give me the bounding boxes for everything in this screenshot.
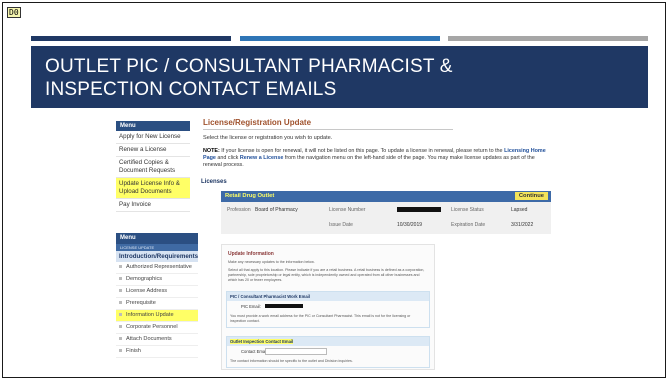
renewal-note: NOTE: If your license is open for renewa… bbox=[203, 148, 553, 169]
contact-email-input[interactable] bbox=[265, 348, 327, 355]
menu-item-update-license-info[interactable]: Update License Info & Upload Documents bbox=[116, 178, 190, 199]
step-bullet-icon bbox=[119, 313, 122, 316]
step-bullet-icon bbox=[119, 349, 122, 352]
license-card-header: Retail Drug Outlet Continue bbox=[221, 191, 551, 202]
main-menu-header: Menu bbox=[116, 121, 190, 131]
license-menu-section[interactable]: Introduction/Requirements bbox=[116, 251, 198, 262]
element-tag: D0 bbox=[7, 7, 21, 18]
inspection-contact-section: Outlet Inspection Contact Email Contact … bbox=[226, 336, 430, 368]
note-text-2: and click bbox=[217, 155, 239, 161]
license-status-label: License Status bbox=[451, 207, 484, 213]
step-license-address[interactable]: License Address bbox=[116, 286, 198, 298]
menu-item-pay-invoice[interactable]: Pay Invoice bbox=[116, 199, 190, 212]
renew-license-link[interactable]: Renew a License bbox=[240, 155, 283, 161]
step-bullet-icon bbox=[119, 325, 122, 328]
pic-email-label: PIC Email: bbox=[241, 304, 261, 309]
step-bullet-icon bbox=[119, 289, 122, 292]
step-prerequisite[interactable]: Prerequisite bbox=[116, 298, 198, 310]
step-label: License Address bbox=[126, 288, 168, 294]
menu-item-apply-new-license[interactable]: Apply for New License bbox=[116, 131, 190, 144]
license-number-label: License Number bbox=[329, 207, 366, 213]
slide-title: OUTLET PIC / CONSULTANT PHARMACIST & INS… bbox=[45, 55, 453, 101]
step-label: Prerequisite bbox=[126, 300, 156, 306]
step-bullet-icon bbox=[119, 265, 122, 268]
menu-item-renew-license[interactable]: Renew a License bbox=[116, 144, 190, 157]
license-menu-subheader: LICENSE UPDATE bbox=[116, 244, 198, 251]
step-label: Attach Documents bbox=[126, 336, 172, 342]
slide-title-box: OUTLET PIC / CONSULTANT PHARMACIST & INS… bbox=[31, 46, 648, 108]
license-menu-header: Menu bbox=[116, 233, 198, 244]
pic-email-header: PIC / Consultant Pharmacist Work Email bbox=[227, 292, 429, 301]
page-title: License/Registration Update bbox=[203, 118, 453, 130]
main-content: License/Registration Update Select the l… bbox=[201, 118, 553, 370]
pic-email-field-redacted[interactable] bbox=[265, 304, 303, 308]
step-authorized-representative[interactable]: Authorized Representative bbox=[116, 262, 198, 274]
pic-email-section: PIC / Consultant Pharmacist Work Email P… bbox=[226, 291, 430, 328]
inspection-contact-note: The contact information should be specif… bbox=[230, 359, 353, 363]
continue-button[interactable]: Continue bbox=[514, 192, 548, 200]
page-instruction: Select the license or registration you w… bbox=[203, 135, 333, 141]
license-type: Retail Drug Outlet bbox=[225, 193, 275, 199]
step-corporate-personnel[interactable]: Corporate Personnel bbox=[116, 322, 198, 334]
note-text: If your license is open for renewal, it … bbox=[221, 148, 503, 154]
accent-bar-navy bbox=[31, 36, 231, 41]
step-label: Authorized Representative bbox=[126, 264, 192, 270]
update-panel-desc-1: Make any necessary updates to the inform… bbox=[228, 260, 315, 264]
step-attach-documents[interactable]: Attach Documents bbox=[116, 334, 198, 346]
step-bullet-icon bbox=[119, 337, 122, 340]
pic-email-row: PIC Email: bbox=[227, 301, 429, 312]
profession-value: Board of Pharmacy bbox=[255, 207, 298, 213]
issue-date-label: Issue Date bbox=[329, 222, 353, 228]
step-label: Demographics bbox=[126, 276, 163, 282]
step-label: Information Update bbox=[126, 312, 174, 318]
step-information-update[interactable]: Information Update bbox=[116, 310, 198, 322]
inspection-contact-row: Contact Email: bbox=[227, 346, 429, 357]
licenses-label: Licenses bbox=[201, 179, 227, 185]
update-panel-desc-2: Select all that apply to this location. … bbox=[228, 268, 425, 282]
issue-date-value: 10/30/2019 bbox=[397, 222, 423, 228]
step-label: Corporate Personnel bbox=[126, 324, 178, 330]
step-label: Finish bbox=[126, 348, 141, 354]
main-menu: Menu Apply for New License Renew a Licen… bbox=[116, 121, 190, 212]
slide-frame: D0 OUTLET PIC / CONSULTANT PHARMACIST & … bbox=[2, 2, 666, 378]
portal-screenshot: Menu Apply for New License Renew a Licen… bbox=[111, 118, 556, 370]
menu-item-certified-copies[interactable]: Certified Copies & Document Requests bbox=[116, 157, 190, 178]
step-bullet-icon bbox=[119, 301, 122, 304]
license-status-value: Lapsed bbox=[511, 207, 528, 213]
inspection-contact-header-text: Outlet Inspection Contact Email bbox=[230, 339, 294, 344]
update-panel-title: Update Information bbox=[228, 251, 274, 257]
profession-label: Profession bbox=[227, 207, 251, 213]
expiration-date-value: 3/31/2022 bbox=[511, 222, 534, 228]
license-card: Retail Drug Outlet Continue Profession B… bbox=[221, 191, 551, 234]
redacted-license-number bbox=[397, 207, 441, 212]
note-label: NOTE: bbox=[203, 148, 220, 154]
update-information-panel: Update Information Make any necessary up… bbox=[221, 244, 435, 370]
inspection-contact-header: Outlet Inspection Contact Email bbox=[227, 337, 429, 346]
expiration-date-label: Expiration Date bbox=[451, 222, 486, 228]
step-bullet-icon bbox=[119, 277, 122, 280]
accent-bar-blue bbox=[240, 36, 440, 41]
pic-email-note: You must provide a work email address fo… bbox=[230, 314, 411, 323]
slide-title-line-2: INSPECTION CONTACT EMAILS bbox=[45, 79, 337, 100]
accent-bar-gray bbox=[448, 36, 648, 41]
slide-title-line-1: OUTLET PIC / CONSULTANT PHARMACIST & bbox=[45, 56, 453, 77]
step-finish[interactable]: Finish bbox=[116, 346, 198, 358]
license-update-menu: Menu LICENSE UPDATE Introduction/Require… bbox=[116, 233, 198, 358]
step-demographics[interactable]: Demographics bbox=[116, 274, 198, 286]
